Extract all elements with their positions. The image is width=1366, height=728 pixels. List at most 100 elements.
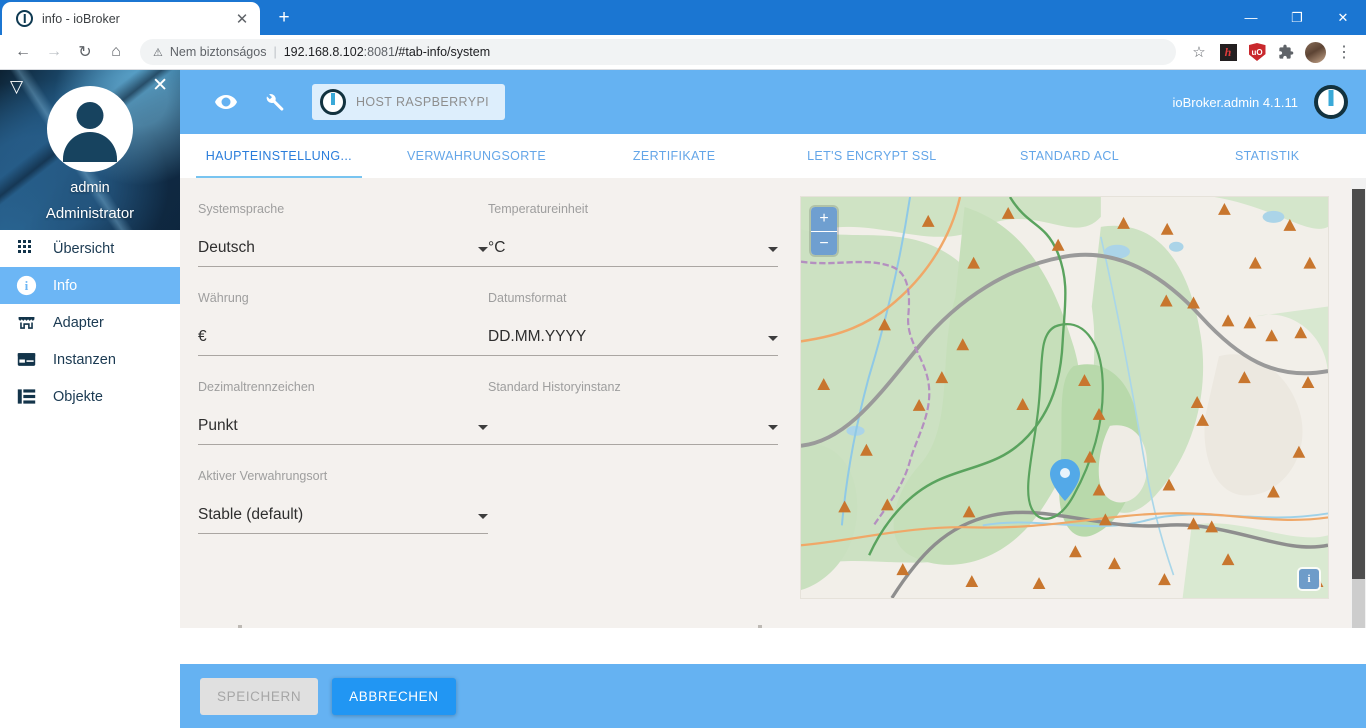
instances-icon: [16, 349, 37, 370]
collapse-sidebar-icon[interactable]: ▽: [10, 78, 23, 95]
minimize-icon[interactable]: —: [1228, 0, 1274, 35]
field-value: €: [198, 328, 207, 345]
sidebar-item-info[interactable]: i Info: [0, 267, 180, 304]
chevron-down-icon[interactable]: [478, 425, 488, 430]
omnibox-separator: |: [273, 45, 277, 59]
sidebar-item-objekte[interactable]: Objekte: [0, 378, 180, 415]
app-bar: HOST RASPBERRYPI ioBroker.admin 4.1.11: [180, 70, 1366, 134]
sidebar: ▽ ✕ admin Administrator Übersicht i Info…: [0, 70, 180, 728]
sidebar-item-label: Adapter: [53, 314, 104, 331]
map-info-button[interactable]: i: [1299, 569, 1319, 589]
user-avatar-icon: [47, 86, 133, 172]
field-label: Standard Historyinstanz: [488, 380, 621, 394]
tab-zertifikate[interactable]: ZERTIFIKATE: [575, 134, 773, 178]
svg-text:i: i: [25, 278, 29, 293]
tab-lets-encrypt-ssl[interactable]: LET'S ENCRYPT SSL: [773, 134, 971, 178]
host-chip-label: HOST RASPBERRYPI: [356, 95, 490, 109]
field-value: DD.MM.YYYY: [488, 328, 587, 345]
tab-statistik[interactable]: STATISTIK: [1168, 134, 1366, 178]
settings-column-right: Temperatureinheit °C Datumsformat DD.MM.…: [488, 196, 778, 599]
sidebar-user-header: ▽ ✕ admin Administrator: [0, 70, 180, 230]
app-version-label: ioBroker.admin 4.1.11: [1172, 94, 1299, 110]
window-controls: — ❐ ✕: [1228, 0, 1366, 35]
field-systemsprache[interactable]: Systemsprache Deutsch: [198, 196, 488, 285]
chevron-down-icon[interactable]: [768, 336, 778, 341]
location-map[interactable]: + − i: [800, 196, 1329, 599]
close-icon[interactable]: ✕: [232, 9, 252, 29]
map-tiles: [801, 197, 1328, 598]
field-standard-historyinstanz[interactable]: Standard Historyinstanz: [488, 374, 778, 463]
security-status-text: Nem biztonságos: [169, 45, 267, 59]
browser-tab[interactable]: info - ioBroker ✕: [2, 2, 260, 35]
new-tab-button[interactable]: +: [270, 4, 298, 32]
field-aktiver-verwahrungsort[interactable]: Aktiver Verwahrungsort Stable (default): [198, 463, 488, 552]
location-pin-icon[interactable]: [1050, 459, 1080, 501]
sidebar-item-adapter[interactable]: Adapter: [0, 304, 180, 341]
store-icon: [16, 312, 37, 333]
reload-icon[interactable]: ↻: [71, 38, 99, 66]
chevron-down-icon[interactable]: [768, 425, 778, 430]
list-icon: [16, 386, 37, 407]
vertical-scrollbar[interactable]: [1351, 178, 1366, 628]
eye-icon[interactable]: [202, 78, 250, 126]
grid-icon: [16, 238, 37, 259]
close-sidebar-icon[interactable]: ✕: [152, 76, 168, 95]
bookmark-star-icon[interactable]: ☆: [1186, 39, 1212, 65]
map-zoom-controls[interactable]: + −: [811, 207, 837, 255]
tab-standard-acl[interactable]: STANDARD ACL: [971, 134, 1169, 178]
map-zoom-in-button[interactable]: +: [811, 207, 837, 231]
content-bottom-gap: [180, 628, 1366, 664]
field-datumsformat[interactable]: Datumsformat DD.MM.YYYY: [488, 285, 778, 374]
browser-menu-icon[interactable]: ⋮: [1331, 39, 1357, 65]
sidebar-item-instanzen[interactable]: Instanzen: [0, 341, 180, 378]
scrollbar-thumb[interactable]: [1352, 189, 1365, 579]
chevron-down-icon[interactable]: [478, 514, 488, 519]
iobroker-brand-logo-icon[interactable]: [1314, 85, 1348, 119]
tab-favicon-icon: [16, 10, 33, 27]
save-button[interactable]: SPEICHERN: [200, 677, 319, 715]
cancel-button[interactable]: ABBRECHEN: [332, 677, 456, 715]
field-waehrung[interactable]: Währung €: [198, 285, 488, 374]
home-icon[interactable]: ⌂: [102, 38, 130, 66]
host-chip[interactable]: HOST RASPBERRYPI: [312, 84, 506, 120]
wrench-icon[interactable]: [250, 78, 298, 126]
warning-triangle-icon: ⚠: [153, 46, 163, 59]
address-bar[interactable]: ⚠ Nem biztonságos | 192.168.8.102:8081/#…: [140, 39, 1176, 65]
tab-bar: HAUPTEINSTELLUNG... VERWAHRUNGSORTE ZERT…: [180, 134, 1366, 178]
back-icon[interactable]: ←: [9, 38, 37, 66]
tab-verwahrungsorte[interactable]: VERWAHRUNGSORTE: [378, 134, 576, 178]
browser-tab-strip: info - ioBroker ✕ + — ❐ ✕: [0, 0, 1366, 35]
avatar[interactable]: [1302, 39, 1328, 65]
iobroker-logo-icon: [320, 89, 346, 115]
cut-off-row: [198, 624, 1329, 628]
sidebar-item-label: Objekte: [53, 388, 103, 405]
window-close-icon[interactable]: ✕: [1320, 0, 1366, 35]
field-label: Dezimaltrennzeichen: [198, 380, 315, 394]
sidebar-item-uebersicht[interactable]: Übersicht: [0, 230, 180, 267]
extension-h-icon[interactable]: h: [1215, 39, 1241, 65]
chevron-down-icon[interactable]: [478, 247, 488, 252]
scrollbar-track[interactable]: [1352, 579, 1365, 628]
field-label: Temperatureinheit: [488, 202, 589, 216]
settings-scroll-area: Systemsprache Deutsch Währung € Dezimalt…: [180, 178, 1366, 628]
map-column: + − i: [778, 196, 1329, 599]
field-temperatureinheit[interactable]: Temperatureinheit °C: [488, 196, 778, 285]
field-dezimaltrennzeichen[interactable]: Dezimaltrennzeichen Punkt: [198, 374, 488, 463]
settings-column-left: Systemsprache Deutsch Währung € Dezimalt…: [198, 196, 488, 599]
url-text: 192.168.8.102:8081/#tab-info/system: [283, 45, 491, 59]
browser-toolbar: ← → ↻ ⌂ ⚠ Nem biztonságos | 192.168.8.10…: [0, 35, 1366, 70]
app-root: ▽ ✕ admin Administrator Übersicht i Info…: [0, 70, 1366, 728]
puzzle-icon[interactable]: [1273, 39, 1299, 65]
maximize-icon[interactable]: ❐: [1274, 0, 1320, 35]
sidebar-item-label: Info: [53, 277, 78, 294]
field-value: Deutsch: [198, 239, 255, 256]
map-zoom-out-button[interactable]: −: [811, 231, 837, 255]
chevron-down-icon[interactable]: [768, 247, 778, 252]
sidebar-item-label: Übersicht: [53, 240, 115, 257]
field-value: Stable (default): [198, 506, 304, 523]
ublock-shield-icon[interactable]: uO: [1244, 39, 1270, 65]
forward-icon[interactable]: →: [40, 38, 68, 66]
field-value: °C: [488, 239, 506, 256]
settings-content: Systemsprache Deutsch Währung € Dezimalt…: [180, 178, 1351, 628]
tab-haupteinstellungen[interactable]: HAUPTEINSTELLUNG...: [180, 134, 378, 178]
